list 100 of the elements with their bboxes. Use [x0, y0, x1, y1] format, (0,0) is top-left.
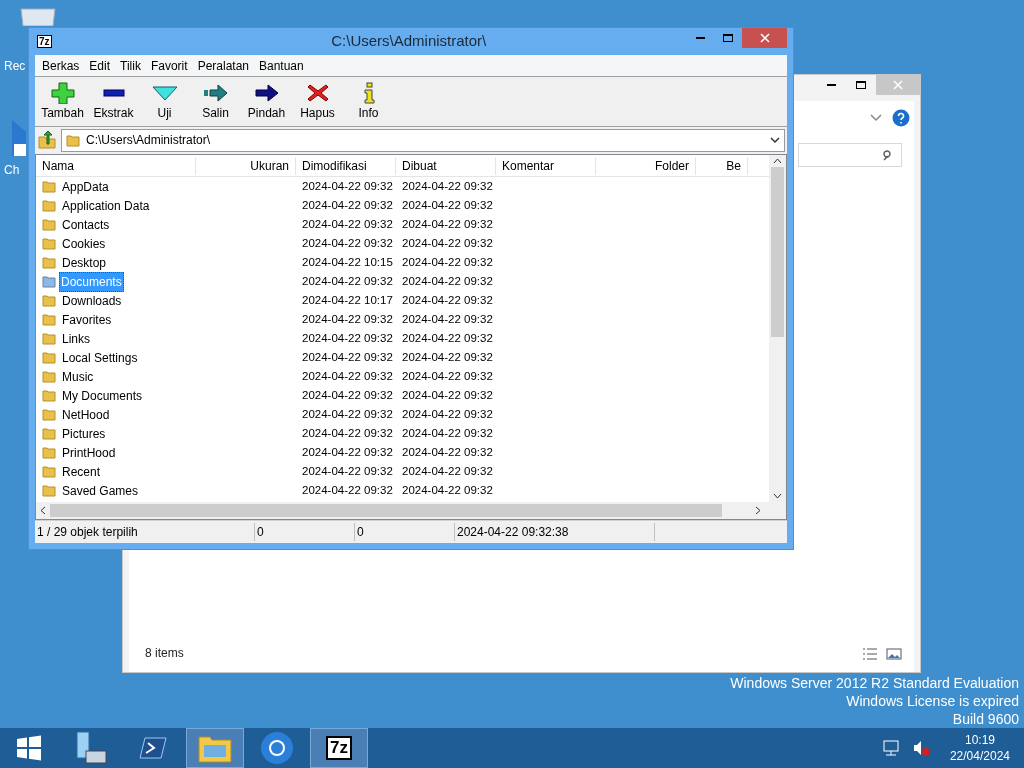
modified-date: 2024-04-22 09:32 — [302, 313, 393, 326]
file-name[interactable]: AppData — [59, 176, 112, 197]
menu-item[interactable]: Berkas — [37, 56, 85, 75]
modified-date: 2024-04-22 09:32 — [302, 180, 393, 193]
modified-date: 2024-04-22 09:32 — [302, 370, 393, 383]
column-header[interactable]: Nama — [36, 156, 196, 175]
file-name[interactable]: Recent — [59, 461, 104, 482]
menu-item[interactable]: Tilik — [115, 56, 146, 75]
browser-icon — [260, 731, 294, 765]
created-date: 2024-04-22 09:32 — [402, 332, 493, 345]
file-name[interactable]: Desktop — [59, 252, 110, 273]
file-name[interactable]: Contacts — [59, 214, 113, 235]
modified-date: 2024-04-22 09:32 — [302, 484, 393, 497]
created-date: 2024-04-22 09:32 — [402, 180, 493, 193]
toolbar-button[interactable]: Hapus — [292, 81, 343, 122]
scroll-thumb[interactable] — [50, 504, 722, 517]
folder-icon — [42, 218, 56, 231]
windows-logo-icon — [16, 735, 42, 761]
column-header[interactable]: Ukuran — [196, 156, 296, 175]
created-date: 2024-04-22 09:32 — [402, 256, 493, 269]
up-folder-icon[interactable] — [37, 130, 57, 150]
toolbar-button[interactable]: Tambah — [37, 81, 88, 122]
file-name[interactable]: PrintHood — [59, 442, 119, 463]
folder-icon — [42, 275, 56, 288]
toolbar-button[interactable]: Pindah — [241, 81, 292, 122]
file-name[interactable]: Favorites — [59, 309, 115, 330]
created-date: 2024-04-22 09:32 — [402, 446, 493, 459]
scroll-right-icon[interactable] — [755, 506, 761, 515]
help-icon[interactable] — [892, 109, 910, 127]
network-icon[interactable] — [881, 739, 900, 757]
file-name[interactable]: Music — [59, 366, 97, 387]
vertical-scrollbar[interactable] — [769, 155, 786, 502]
file-name[interactable]: Pictures — [59, 423, 109, 444]
file-name[interactable]: NetHood — [59, 404, 113, 425]
modified-date: 2024-04-22 10:17 — [302, 294, 393, 307]
created-date: 2024-04-22 09:32 — [402, 294, 493, 307]
status-text: 0 — [355, 523, 455, 541]
folder-icon — [198, 733, 232, 763]
toolbar-button[interactable]: Uji — [139, 81, 190, 122]
scroll-thumb[interactable] — [771, 167, 784, 337]
menu-item[interactable]: Favorit — [145, 56, 193, 75]
taskbar-button[interactable]: 7z — [310, 728, 368, 768]
scroll-left-icon[interactable] — [40, 506, 46, 515]
modified-date: 2024-04-22 09:32 — [302, 332, 393, 345]
toolbar-button[interactable]: Ekstrak — [88, 81, 139, 122]
created-date: 2024-04-22 09:32 — [402, 389, 493, 402]
desktop-icon-label[interactable]: Rec — [4, 59, 26, 73]
menu-item[interactable]: Edit — [84, 56, 116, 75]
clock[interactable]: 10:19 22/04/2024 — [949, 732, 1010, 764]
search-field[interactable] — [798, 143, 902, 167]
folder-icon — [42, 484, 56, 497]
column-header[interactable]: Folder — [596, 156, 696, 175]
close-icon — [893, 80, 903, 90]
app-icon[interactable]: 7z — [37, 35, 52, 48]
folder-icon — [42, 427, 56, 440]
file-name[interactable]: Links — [59, 328, 93, 349]
menu-item[interactable]: Bantuan — [254, 56, 309, 75]
column-header[interactable]: Dibuat — [396, 156, 496, 175]
file-name[interactable]: Application Data — [59, 195, 153, 216]
modified-date: 2024-04-22 09:32 — [302, 351, 393, 364]
folder-icon — [42, 465, 56, 478]
bin-icon[interactable] — [20, 8, 56, 26]
created-date: 2024-04-22 09:32 — [402, 218, 493, 231]
address-field[interactable]: C:\Users\Administrator\ — [61, 128, 785, 152]
modified-date: 2024-04-22 09:32 — [302, 275, 393, 288]
file-name[interactable]: Local Settings — [59, 347, 141, 368]
close-icon — [759, 33, 770, 43]
server-icon — [74, 731, 108, 765]
scroll-up-icon[interactable] — [773, 158, 782, 164]
chevron-down-icon[interactable] — [870, 114, 882, 122]
arrow-icon — [202, 81, 229, 104]
file-name[interactable]: My Documents — [59, 385, 146, 406]
toolbar-button[interactable]: Salin — [190, 81, 241, 122]
created-date: 2024-04-22 09:32 — [402, 351, 493, 364]
created-date: 2024-04-22 09:32 — [402, 370, 493, 383]
file-name[interactable]: Downloads — [59, 290, 125, 311]
file-name[interactable]: Cookies — [59, 233, 109, 254]
plus-icon — [49, 81, 76, 104]
created-date: 2024-04-22 09:32 — [402, 408, 493, 421]
created-date: 2024-04-22 09:32 — [402, 313, 493, 326]
modified-date: 2024-04-22 09:32 — [302, 408, 393, 421]
thumbnail-view-icon[interactable] — [886, 648, 902, 660]
file-name[interactable]: Saved Games — [59, 480, 142, 501]
column-header[interactable]: Komentar — [496, 156, 596, 175]
horizontal-scrollbar[interactable] — [36, 502, 786, 519]
column-header[interactable]: Be — [696, 156, 748, 175]
modified-date: 2024-04-22 10:15 — [302, 256, 393, 269]
speaker-muted-icon[interactable] — [911, 739, 930, 757]
status-text: 1 / 29 objek terpilih — [35, 523, 255, 541]
column-header[interactable]: Dimodifikasi — [296, 156, 396, 175]
menu-item[interactable]: Peralatan — [192, 56, 254, 75]
modified-date: 2024-04-22 09:32 — [302, 218, 393, 231]
folder-icon — [42, 313, 56, 326]
folder-icon — [42, 294, 56, 307]
toolbar-button[interactable]: Info — [343, 81, 394, 122]
folder-icon — [42, 370, 56, 383]
desktop-icon-label[interactable]: Ch — [4, 163, 20, 177]
created-date: 2024-04-22 09:32 — [402, 465, 493, 478]
item-count: 8 items — [145, 645, 184, 662]
scroll-down-icon[interactable] — [773, 493, 782, 499]
